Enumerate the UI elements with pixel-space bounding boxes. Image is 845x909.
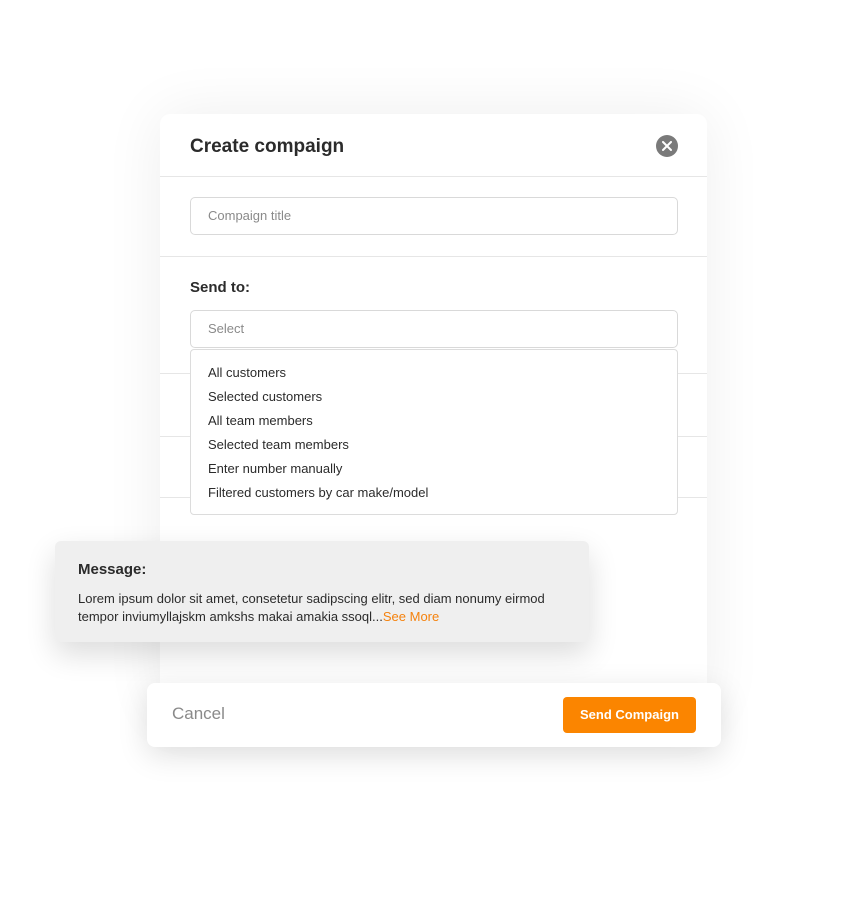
cancel-button[interactable]: Cancel: [172, 704, 225, 724]
see-more-link[interactable]: See More: [383, 609, 439, 624]
modal-footer: Cancel Send Compaign: [147, 683, 721, 747]
message-body: Lorem ipsum dolor sit amet, consetetur s…: [78, 590, 566, 626]
send-to-select-placeholder: Select: [208, 321, 245, 336]
close-x-glyph: [662, 141, 672, 151]
message-text: Lorem ipsum dolor sit amet, consetetur s…: [78, 591, 545, 624]
header-divider: [160, 176, 707, 177]
campaign-title-placeholder: Compaign title: [208, 208, 292, 223]
dropdown-option-enter-number-manually[interactable]: Enter number manually: [191, 459, 677, 483]
modal-title: Create compaign: [190, 136, 345, 157]
send-campaign-button[interactable]: Send Compaign: [563, 697, 696, 733]
dropdown-option-all-customers[interactable]: All customers: [191, 363, 677, 387]
dropdown-option-selected-customers[interactable]: Selected customers: [191, 387, 677, 411]
stage: Create compaign Compaign title Send to: …: [0, 0, 845, 909]
message-label: Message:: [78, 561, 147, 578]
section-divider: [160, 256, 707, 257]
send-to-label: Send to:: [190, 279, 250, 296]
close-icon[interactable]: [656, 135, 678, 157]
dropdown-option-selected-team-members[interactable]: Selected team members: [191, 435, 677, 459]
dropdown-option-filtered-customers[interactable]: Filtered customers by car make/model: [191, 483, 677, 507]
send-to-select[interactable]: Select: [190, 310, 678, 348]
dropdown-option-all-team-members[interactable]: All team members: [191, 411, 677, 435]
campaign-title-input[interactable]: Compaign title: [190, 197, 678, 235]
message-card: Message: Lorem ipsum dolor sit amet, con…: [55, 541, 589, 642]
send-to-dropdown: All customers Selected customers All tea…: [190, 349, 678, 515]
